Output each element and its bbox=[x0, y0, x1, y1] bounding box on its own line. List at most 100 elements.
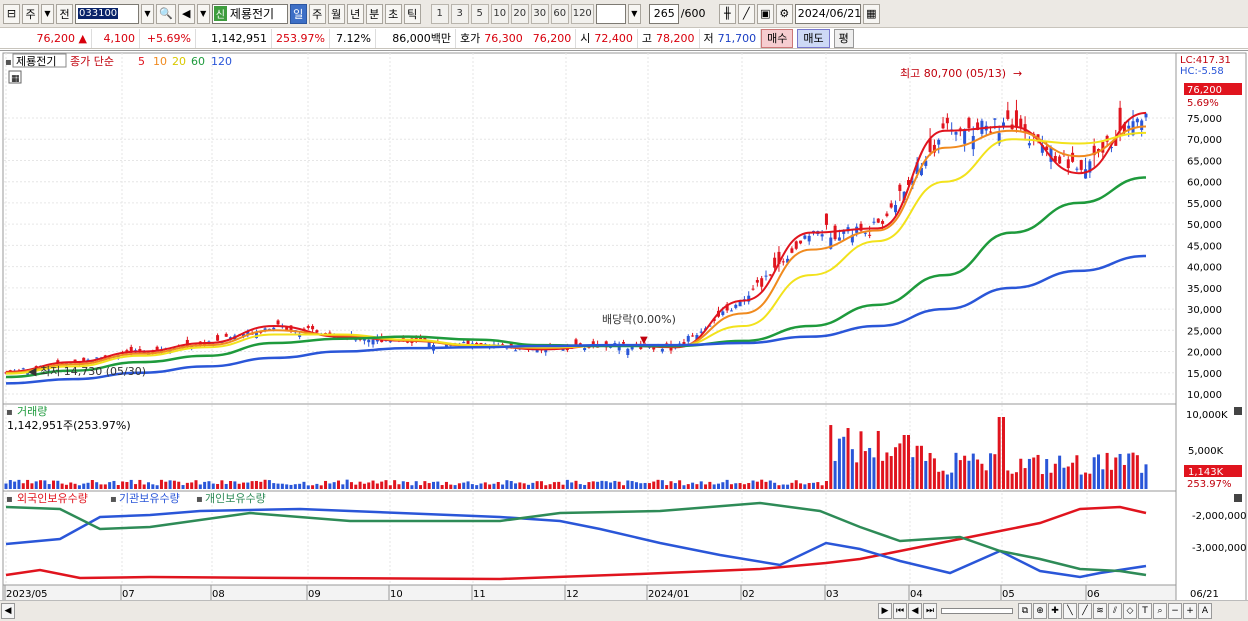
volume-bar bbox=[453, 485, 457, 489]
period-dropdown-icon[interactable]: ▼ bbox=[41, 3, 54, 24]
interval-custom-input[interactable] bbox=[595, 3, 626, 24]
interval-120-button[interactable]: 120 bbox=[570, 3, 594, 24]
volume-bar bbox=[725, 479, 729, 489]
panel-menu-icon[interactable]: ▪ bbox=[5, 57, 12, 68]
calendar-icon[interactable]: ▦ bbox=[862, 3, 880, 24]
period-month-button[interactable]: 월 bbox=[327, 3, 345, 24]
fib-icon[interactable]: ≋ bbox=[1093, 603, 1107, 619]
text-tool-icon[interactable]: T bbox=[1138, 603, 1152, 619]
period-main-button[interactable]: 주 bbox=[22, 3, 39, 24]
volume-bar bbox=[99, 484, 103, 489]
eval-button[interactable]: 평 bbox=[833, 28, 854, 48]
interval-dropdown-icon[interactable]: ▼ bbox=[627, 3, 641, 24]
copy-icon[interactable]: ⧉ bbox=[1018, 603, 1032, 619]
zoom-slider[interactable] bbox=[941, 608, 1013, 614]
scroll-play-icon[interactable]: ▶ bbox=[878, 603, 892, 619]
prev-button[interactable]: 전 bbox=[56, 3, 73, 24]
volume-bar bbox=[315, 483, 319, 489]
crosshair-icon[interactable]: ✚ bbox=[1048, 603, 1062, 619]
volume-bar bbox=[570, 482, 574, 489]
volume-bar bbox=[406, 481, 410, 489]
volume-bar bbox=[855, 462, 859, 489]
candle-body bbox=[881, 221, 885, 224]
draw-tool-icon[interactable]: ╱ bbox=[737, 3, 755, 24]
candle-body bbox=[583, 348, 587, 351]
candle-body bbox=[613, 343, 617, 345]
sound-icon[interactable]: ◀ bbox=[177, 3, 195, 24]
volume-bar bbox=[1101, 469, 1105, 489]
trend-line-icon[interactable]: ╲ bbox=[1063, 603, 1077, 619]
interval-30-button[interactable]: 30 bbox=[530, 3, 549, 24]
gear-icon[interactable]: ⚙ bbox=[775, 3, 793, 24]
sell-button[interactable]: 매도 bbox=[797, 28, 830, 48]
volume-bar bbox=[682, 485, 686, 489]
volume-bar bbox=[773, 482, 777, 489]
interval-5-button[interactable]: 5 bbox=[470, 3, 489, 24]
buy-button[interactable]: 매수 bbox=[761, 28, 794, 48]
count-input[interactable]: 265 bbox=[648, 3, 679, 24]
volume-bar bbox=[794, 480, 798, 489]
candle-body bbox=[630, 346, 634, 350]
period-week-button[interactable]: 주 bbox=[308, 3, 326, 24]
volume-bar bbox=[142, 484, 146, 489]
bottom-scrollbar[interactable]: ◀ ▶ ⏮ ◀ ⏭ ⧉ ⊕ ✚ ╲ ╱ ≋ ⫽ ◇ T ⌕ − + A bbox=[0, 600, 1248, 621]
price-change: 4,100 bbox=[92, 28, 140, 48]
zoom-icon[interactable]: ⌕ bbox=[1153, 603, 1167, 619]
interval-20-button[interactable]: 20 bbox=[510, 3, 529, 24]
candle-type-icon[interactable]: ╫ bbox=[718, 3, 736, 24]
volume-bar bbox=[224, 483, 228, 489]
period-year-button[interactable]: 년 bbox=[346, 3, 364, 24]
period-second-button[interactable]: 초 bbox=[384, 3, 402, 24]
candle-body bbox=[276, 320, 280, 325]
scroll-left-icon[interactable]: ◀ bbox=[1, 603, 15, 619]
volume-bar bbox=[958, 460, 962, 489]
period-day-button[interactable]: 일 bbox=[289, 3, 307, 24]
search-icon[interactable]: 🔍 bbox=[156, 3, 176, 24]
stock-code-input[interactable]: 033100 bbox=[75, 3, 139, 24]
interval-3-button[interactable]: 3 bbox=[450, 3, 469, 24]
volume-tick-5000k: 5,000K bbox=[1188, 446, 1224, 457]
volume-bar bbox=[1027, 458, 1031, 489]
interval-1-button[interactable]: 1 bbox=[430, 3, 449, 24]
chart-area[interactable]: 제룡전기 ▪ 종가 단순 5 10 20 60 120 ▦ 최고 80,700 … bbox=[0, 50, 1248, 603]
foreign-holdings-label: 외국인보유수량 bbox=[17, 492, 88, 505]
volume-bar bbox=[850, 449, 854, 489]
date-input[interactable]: 2024/06/21 bbox=[794, 3, 861, 24]
volume-bar bbox=[755, 481, 759, 489]
shape-icon[interactable]: ◇ bbox=[1123, 603, 1137, 619]
candle-body bbox=[1127, 125, 1131, 129]
scroll-last-icon[interactable]: ⏭ bbox=[923, 603, 937, 619]
holdings-close-icon[interactable] bbox=[1234, 494, 1242, 502]
interval-60-button[interactable]: 60 bbox=[550, 3, 569, 24]
volume-bar bbox=[207, 481, 211, 489]
chart-svg[interactable]: 제룡전기 ▪ 종가 단순 5 10 20 60 120 ▦ 최고 80,700 … bbox=[0, 51, 1248, 602]
volume-bar bbox=[103, 484, 107, 489]
candle-body bbox=[738, 301, 742, 307]
channel-icon[interactable]: ⫽ bbox=[1108, 603, 1122, 619]
holdings-panel[interactable] bbox=[2, 490, 1177, 586]
candle-body bbox=[462, 342, 466, 344]
volume-bar bbox=[786, 484, 790, 489]
volume-bar bbox=[17, 479, 21, 489]
stock-name-box[interactable]: 신 제룡전기 bbox=[211, 3, 288, 24]
period-tick-button[interactable]: 틱 bbox=[403, 3, 421, 24]
zoom-out-icon[interactable]: − bbox=[1168, 603, 1182, 619]
trend-line2-icon[interactable]: ╱ bbox=[1078, 603, 1092, 619]
code-dropdown-icon[interactable]: ▼ bbox=[141, 3, 154, 24]
sound-dropdown-icon[interactable]: ▼ bbox=[196, 3, 210, 24]
holdings-menu-icon[interactable]: ▪ bbox=[6, 494, 13, 505]
font-size-icon[interactable]: A bbox=[1198, 603, 1212, 619]
scroll-first-icon[interactable]: ⏮ bbox=[893, 603, 907, 619]
pan-icon[interactable]: ⊕ bbox=[1033, 603, 1047, 619]
save-icon[interactable]: ▣ bbox=[756, 3, 774, 24]
chart-menu-icon[interactable]: ⊟ bbox=[3, 3, 20, 24]
interval-10-button[interactable]: 10 bbox=[490, 3, 509, 24]
zoom-in-icon[interactable]: + bbox=[1183, 603, 1197, 619]
scroll-prev-icon[interactable]: ◀ bbox=[908, 603, 922, 619]
candle-body bbox=[898, 184, 902, 192]
volume-bar bbox=[777, 485, 781, 489]
volume-close-icon[interactable] bbox=[1234, 407, 1242, 415]
volume-menu-icon[interactable]: ▪ bbox=[6, 407, 13, 418]
volume-bar bbox=[401, 481, 405, 489]
period-minute-button[interactable]: 분 bbox=[365, 3, 383, 24]
